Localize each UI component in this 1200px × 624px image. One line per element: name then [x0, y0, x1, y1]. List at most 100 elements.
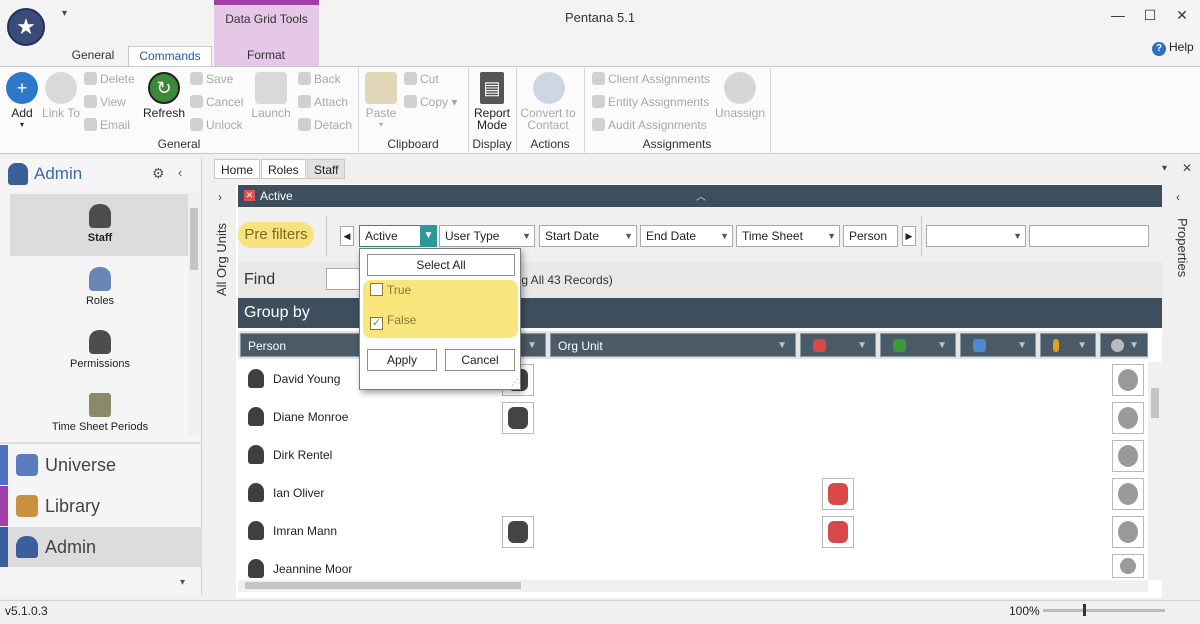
- status-cell-icon[interactable]: [1112, 478, 1144, 510]
- filter-icon[interactable]: ▼: [1017, 334, 1027, 358]
- status-cell-icon[interactable]: [1112, 440, 1144, 472]
- prefilter-person-combo[interactable]: Person: [843, 225, 898, 247]
- properties-pane-label[interactable]: Properties: [1175, 218, 1190, 277]
- nav-scroll-thumb[interactable]: [190, 208, 198, 270]
- table-row[interactable]: Jeannine Moor: [246, 557, 352, 581]
- nav-section-universe[interactable]: Universe: [0, 445, 202, 485]
- nav-overflow-chevron-icon[interactable]: ▾: [180, 577, 185, 588]
- find-input[interactable]: [326, 268, 362, 290]
- paste-button[interactable]: Paste ▾: [362, 72, 400, 131]
- nav-item-roles[interactable]: Roles: [10, 267, 190, 307]
- email-button[interactable]: Email: [84, 115, 130, 135]
- status-cell-icon[interactable]: [1112, 402, 1144, 434]
- extra-filter-input[interactable]: [1029, 225, 1149, 247]
- filter-icon[interactable]: ▼: [777, 334, 787, 358]
- gear-icon[interactable]: ⚙: [152, 165, 165, 182]
- nav-item-time-sheet-periods[interactable]: Time Sheet Periods: [10, 393, 190, 433]
- column-header-icon-4[interactable]: ▼: [1040, 333, 1096, 357]
- nav-item-staff[interactable]: Staff: [10, 204, 190, 244]
- scroll-right-icon[interactable]: ▶: [902, 226, 916, 246]
- column-header-icon-1[interactable]: ▼: [800, 333, 876, 357]
- entity-assignments-button[interactable]: Entity Assignments: [592, 92, 709, 112]
- extra-filter-combo[interactable]: ▼: [926, 225, 1026, 247]
- table-row[interactable]: Ian Oliver: [246, 481, 324, 505]
- expand-pane-chevron-icon[interactable]: ›: [218, 190, 222, 204]
- apply-button[interactable]: Apply: [367, 349, 437, 371]
- client-assignments-button[interactable]: Client Assignments: [592, 69, 710, 89]
- checkbox-true[interactable]: [370, 283, 383, 296]
- status-cell-icon[interactable]: [1112, 516, 1144, 548]
- close-tab-icon[interactable]: ✕: [1182, 161, 1192, 175]
- detach-button[interactable]: Detach: [298, 115, 352, 135]
- maximize-icon[interactable]: ☐: [1140, 6, 1160, 24]
- zoom-slider-thumb[interactable]: [1083, 604, 1086, 616]
- close-icon[interactable]: ✕: [1172, 6, 1192, 24]
- save-button[interactable]: Save: [190, 69, 233, 89]
- filter-icon[interactable]: ▼: [857, 334, 867, 358]
- prefilter-active-combo[interactable]: Active ▼: [359, 225, 437, 247]
- launch-button[interactable]: Launch: [250, 72, 292, 119]
- nav-section-library[interactable]: Library: [0, 486, 202, 526]
- delete-button[interactable]: Delete: [84, 69, 135, 89]
- status-cell-icon[interactable]: [1112, 554, 1144, 578]
- table-row[interactable]: Dirk Rentel: [246, 443, 332, 467]
- select-all-button[interactable]: Select All: [367, 254, 515, 276]
- role-cell-icon[interactable]: [502, 516, 534, 548]
- refresh-button[interactable]: ↻ Refresh: [142, 72, 186, 119]
- column-header-org-unit[interactable]: Org Unit ▼: [550, 333, 796, 357]
- prefilter-user-type-combo[interactable]: User Type ▼: [439, 225, 535, 247]
- tab-format[interactable]: Format: [230, 46, 302, 66]
- nav-section-admin[interactable]: Admin: [0, 527, 202, 567]
- attach-button[interactable]: Attach: [298, 92, 348, 112]
- report-mode-button[interactable]: ▤ Report Mode: [471, 72, 513, 131]
- chevron-down-icon[interactable]: ▼: [420, 225, 437, 247]
- table-row[interactable]: Imran Mann: [246, 519, 337, 543]
- table-row[interactable]: Diane Monroe: [246, 405, 348, 429]
- client-cell-icon[interactable]: [822, 478, 854, 510]
- unlock-button[interactable]: Unlock: [190, 115, 243, 135]
- tab-general[interactable]: General: [68, 46, 118, 66]
- role-cell-icon[interactable]: [502, 402, 534, 434]
- option-true[interactable]: True: [370, 283, 411, 297]
- org-units-pane-label[interactable]: All Org Units: [214, 223, 229, 296]
- prefilter-start-date-combo[interactable]: Start Date ▼: [539, 225, 637, 247]
- help-button[interactable]: ? Help: [1152, 40, 1194, 56]
- add-button[interactable]: + Add ▾: [6, 72, 38, 131]
- expand-properties-chevron-icon[interactable]: ‹: [1176, 190, 1180, 204]
- vertical-scroll-thumb[interactable]: [1151, 388, 1159, 418]
- clear-filter-icon[interactable]: ✕: [244, 190, 255, 201]
- filter-icon[interactable]: ▼: [1077, 334, 1087, 358]
- client-cell-icon[interactable]: [822, 516, 854, 548]
- filter-icon[interactable]: ▼: [527, 334, 537, 358]
- minimize-icon[interactable]: —: [1108, 6, 1128, 24]
- doctab-staff[interactable]: Staff: [307, 159, 346, 179]
- resize-grip-icon[interactable]: ⋰: [511, 378, 519, 387]
- prefilter-time-sheet-combo[interactable]: Time Sheet ▼: [736, 225, 840, 247]
- tab-list-dropdown-icon[interactable]: ▾: [1162, 163, 1167, 174]
- splitter[interactable]: [0, 442, 202, 444]
- tab-commands[interactable]: Commands: [128, 46, 212, 66]
- column-header-icon-3[interactable]: ▼: [960, 333, 1036, 357]
- scroll-left-icon[interactable]: ◀: [340, 226, 354, 246]
- checkbox-false[interactable]: ✓: [370, 317, 383, 330]
- unassign-button[interactable]: Unassign: [714, 72, 766, 119]
- link-to-button[interactable]: Link To: [42, 72, 80, 119]
- status-cell-icon[interactable]: [1112, 364, 1144, 396]
- back-button[interactable]: Back: [298, 69, 341, 89]
- prefilter-end-date-combo[interactable]: End Date ▼: [640, 225, 733, 247]
- copy-button[interactable]: Copy ▾: [404, 92, 457, 112]
- zoom-slider[interactable]: [1043, 609, 1165, 612]
- convert-to-contact-button[interactable]: Convert to Contact: [518, 72, 580, 131]
- horizontal-scroll-thumb[interactable]: [245, 582, 521, 589]
- table-row[interactable]: David Young: [246, 367, 340, 391]
- filter-icon[interactable]: ▼: [1129, 334, 1139, 358]
- option-false[interactable]: ✓ False: [370, 313, 416, 330]
- cancel-button[interactable]: Cancel: [190, 92, 243, 112]
- view-button[interactable]: View: [84, 92, 126, 112]
- audit-assignments-button[interactable]: Audit Assignments: [592, 115, 707, 135]
- filter-icon[interactable]: ▼: [937, 334, 947, 358]
- column-header-icon-5[interactable]: ▼: [1100, 333, 1148, 357]
- doctab-roles[interactable]: Roles: [261, 159, 306, 179]
- cut-button[interactable]: Cut: [404, 69, 439, 89]
- collapse-chevron-icon[interactable]: ‹: [178, 165, 182, 180]
